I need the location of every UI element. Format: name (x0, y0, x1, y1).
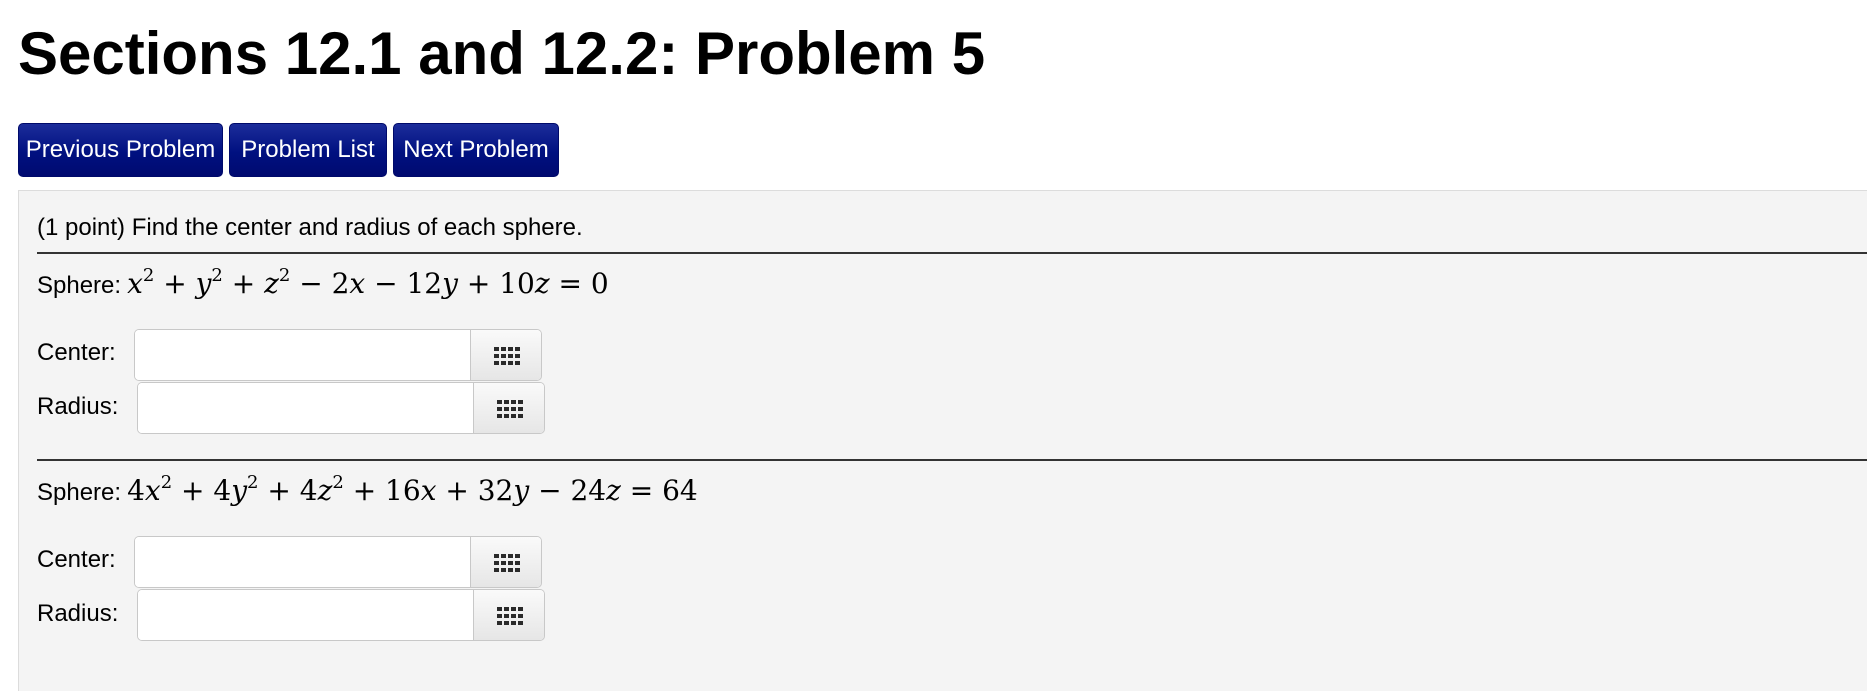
grid-icon (494, 554, 520, 572)
problem-list-button[interactable]: Problem List (229, 123, 387, 177)
sphere-1-label: Sphere: (37, 272, 122, 299)
sphere-2-radius-input[interactable] (138, 590, 474, 640)
sphere-1-radius-label: Radius: (37, 393, 119, 420)
sphere-1-radius-answer (137, 382, 545, 434)
sphere-2-equation: Sphere: 4x2 + 4y2 + 4z2 + 16x + 32y − 24z… (37, 473, 698, 511)
sphere-2-radius-equation-editor-button[interactable] (474, 590, 544, 640)
sphere-2-math: 4x2 + 4y2 + 4z2 + 16x + 32y − 24z = 64 (127, 471, 698, 507)
problem-intro: (1 point) Find the center and radius of … (37, 214, 583, 241)
sphere-2-radius-label: Radius: (37, 600, 119, 627)
sphere-2-center-answer (134, 536, 542, 588)
sphere-1-math: x2 + y2 + z2 − 2x − 12y + 10z = 0 (127, 264, 609, 300)
sphere-2-center-input[interactable] (135, 537, 471, 587)
grid-icon (494, 347, 520, 365)
grid-icon (497, 400, 523, 418)
sphere-1-center-answer (134, 329, 542, 381)
divider (37, 459, 1867, 461)
sphere-2-radius-answer (137, 589, 545, 641)
problem-panel: (1 point) Find the center and radius of … (18, 190, 1867, 691)
grid-icon (497, 607, 523, 625)
sphere-1-radius-input[interactable] (138, 383, 474, 433)
sphere-2-center-equation-editor-button[interactable] (471, 537, 541, 587)
sphere-1-center-input[interactable] (135, 330, 471, 380)
sphere-2-center-label: Center: (37, 546, 116, 573)
next-problem-button[interactable]: Next Problem (393, 123, 559, 177)
sphere-1-center-label: Center: (37, 339, 116, 366)
sphere-1-center-equation-editor-button[interactable] (471, 330, 541, 380)
previous-problem-button[interactable]: Previous Problem (18, 123, 223, 177)
sphere-2-label: Sphere: (37, 479, 122, 506)
page-title: Sections 12.1 and 12.2: Problem 5 (18, 20, 986, 87)
sphere-1-equation: Sphere: x2 + y2 + z2 − 2x − 12y + 10z = 0 (37, 266, 609, 304)
divider (37, 252, 1867, 254)
sphere-1-radius-equation-editor-button[interactable] (474, 383, 544, 433)
